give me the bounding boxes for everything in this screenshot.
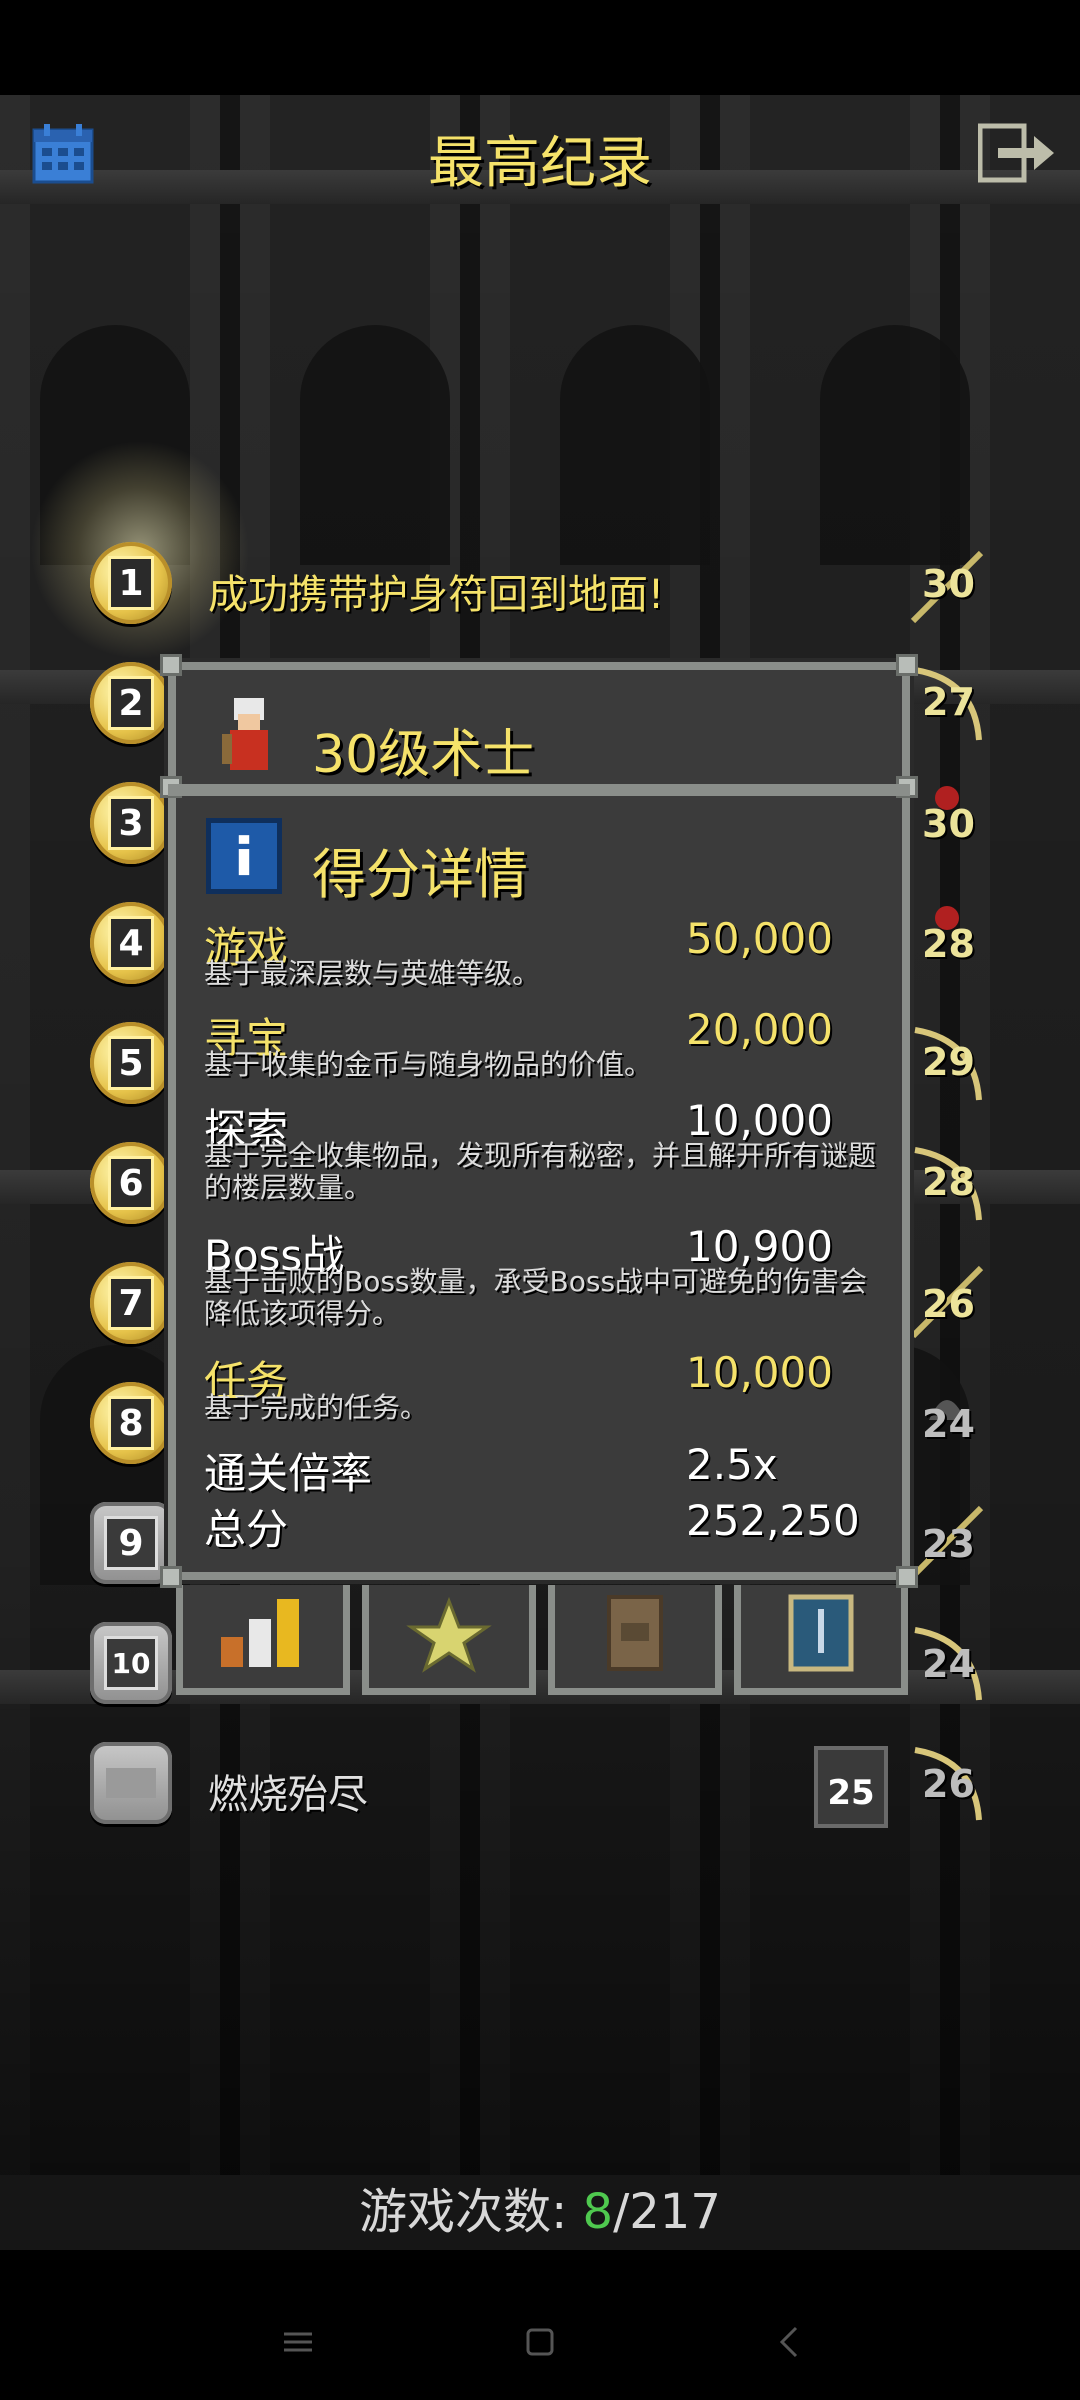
rank-badge-6: 6 <box>90 1142 172 1224</box>
rank-badge-10: 10 <box>90 1622 172 1704</box>
journal-tab[interactable] <box>734 1585 908 1695</box>
hero-level-3: 30 <box>922 802 975 846</box>
stats-tab[interactable] <box>176 1585 350 1695</box>
games-played-count: 游戏次数: 8/217 <box>359 2184 721 2240</box>
exit-icon[interactable] <box>978 122 1056 184</box>
items-tab[interactable] <box>548 1585 722 1695</box>
hero-level-1: 30 <box>922 562 975 606</box>
hero-level-11: 26 <box>922 1762 975 1806</box>
hero-level-10: 24 <box>922 1642 975 1686</box>
journal-icon <box>788 1594 854 1672</box>
bar-chart-icon <box>221 1599 299 1667</box>
rank-badge-1: 1 <box>90 542 172 624</box>
rank-badge-7: 7 <box>90 1262 172 1344</box>
record-row-11-text[interactable]: 燃烧殆尽 <box>208 1762 368 1820</box>
depth-icon: 25 <box>814 1746 888 1828</box>
hero-level-2: 27 <box>922 680 975 724</box>
tombstone-icon <box>90 1742 172 1824</box>
rank-badge-5: 5 <box>90 1022 172 1104</box>
mage-avatar <box>222 698 268 770</box>
hero-level-9: 23 <box>922 1522 975 1566</box>
depth-value: 25 <box>827 1773 874 1813</box>
page-title: 最高纪录 <box>428 131 652 196</box>
menu-icon[interactable] <box>278 2322 318 2362</box>
backpack-icon <box>607 1595 663 1671</box>
score-details-title: 得分详情 <box>312 843 528 906</box>
back-icon[interactable] <box>770 2322 810 2362</box>
hero-level-8: 24 <box>922 1402 975 1446</box>
rank-badge-4: 4 <box>90 902 172 984</box>
hero-level-5: 29 <box>922 1040 975 1084</box>
hero-level-7: 26 <box>922 1282 975 1326</box>
star-icon <box>406 1596 492 1673</box>
score-details-window: 30级术士 得分详情 游戏 50,000 基于最深层数与英雄等级。 寻宝 20,… <box>160 654 918 1588</box>
home-icon[interactable] <box>520 2322 560 2362</box>
badges-tab[interactable] <box>362 1585 536 1695</box>
hero-level-6: 28 <box>922 1160 975 1204</box>
rank-badge-8: 8 <box>90 1382 172 1464</box>
hero-title: 30级术士 <box>312 725 535 785</box>
hero-level-4: 28 <box>922 922 975 966</box>
record-row-1-text[interactable]: 成功携带护身符回到地面! <box>208 562 664 620</box>
info-icon <box>206 818 282 894</box>
status-bar <box>0 0 1080 95</box>
